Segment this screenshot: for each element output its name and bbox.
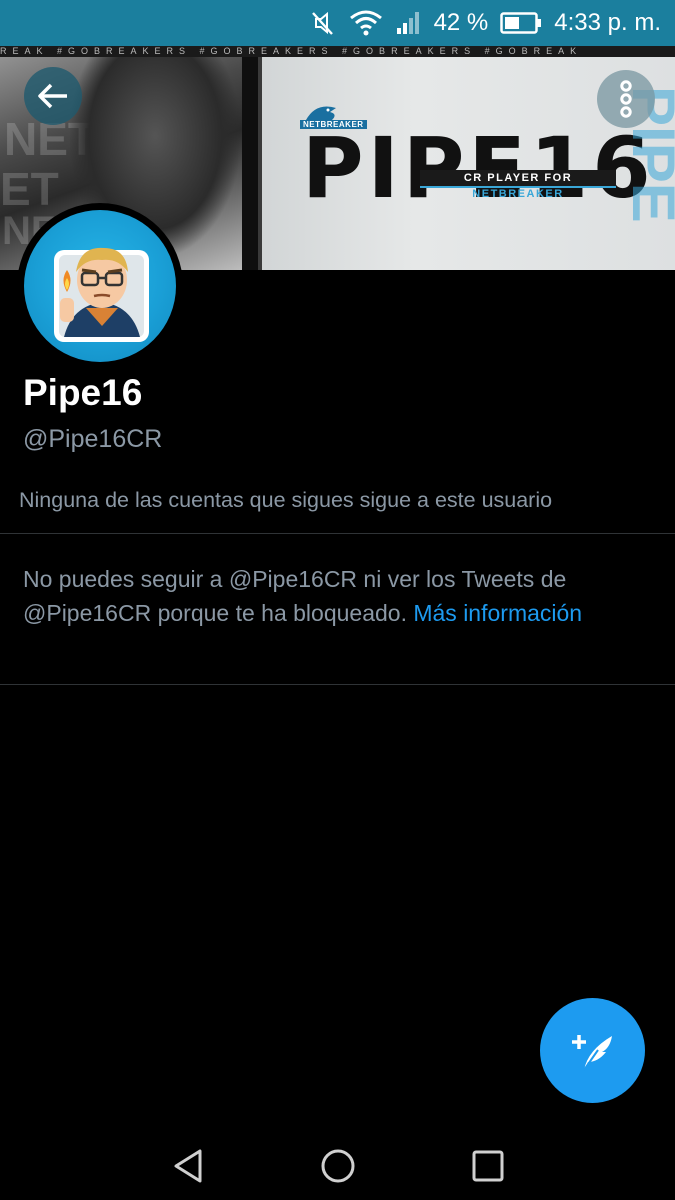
blocked-message: No puedes seguir a @Pipe16CR ni ver los …: [23, 566, 583, 626]
compose-tweet-button[interactable]: [540, 998, 645, 1103]
battery-percent: 42 %: [433, 9, 489, 36]
battery-icon: [500, 11, 542, 35]
nav-home-button[interactable]: [318, 1146, 358, 1186]
nav-back-button[interactable]: [168, 1146, 208, 1186]
divider: [0, 533, 675, 534]
status-bar: 42 % 4:33 p. m.: [0, 0, 675, 46]
learn-more-link[interactable]: Más información: [413, 600, 582, 626]
divider: [0, 684, 675, 685]
mute-icon: [308, 9, 336, 37]
banner-strip: [242, 46, 258, 270]
avatar[interactable]: [17, 203, 183, 369]
signal-icon: [396, 11, 422, 35]
home-circle-icon: [321, 1149, 355, 1183]
banner-top-text: REAK #GOBREAKERS #GOBREAKERS #GOBREAKERS…: [0, 46, 675, 57]
avatar-image: [24, 210, 176, 362]
compose-tweet-icon: [571, 1034, 612, 1071]
system-navigation-bar: [0, 1130, 675, 1200]
wifi-icon: [348, 9, 384, 37]
arrow-left-icon: [38, 83, 67, 109]
more-vertical-icon: [620, 80, 632, 118]
clock: 4:33 p. m.: [554, 9, 661, 36]
recents-square-icon: [472, 1150, 504, 1182]
followers-you-know-note: Ninguna de las cuentas que sigues sigue …: [19, 488, 553, 512]
back-triangle-icon: [174, 1149, 202, 1183]
banner-tagline: CR PLAYER FOR NETBREAKER: [420, 170, 616, 200]
nav-recents-button[interactable]: [468, 1146, 508, 1186]
back-button[interactable]: [24, 67, 82, 125]
user-handle: @Pipe16CR: [23, 425, 163, 453]
display-name: Pipe16: [23, 372, 143, 413]
more-options-button[interactable]: [597, 70, 655, 128]
